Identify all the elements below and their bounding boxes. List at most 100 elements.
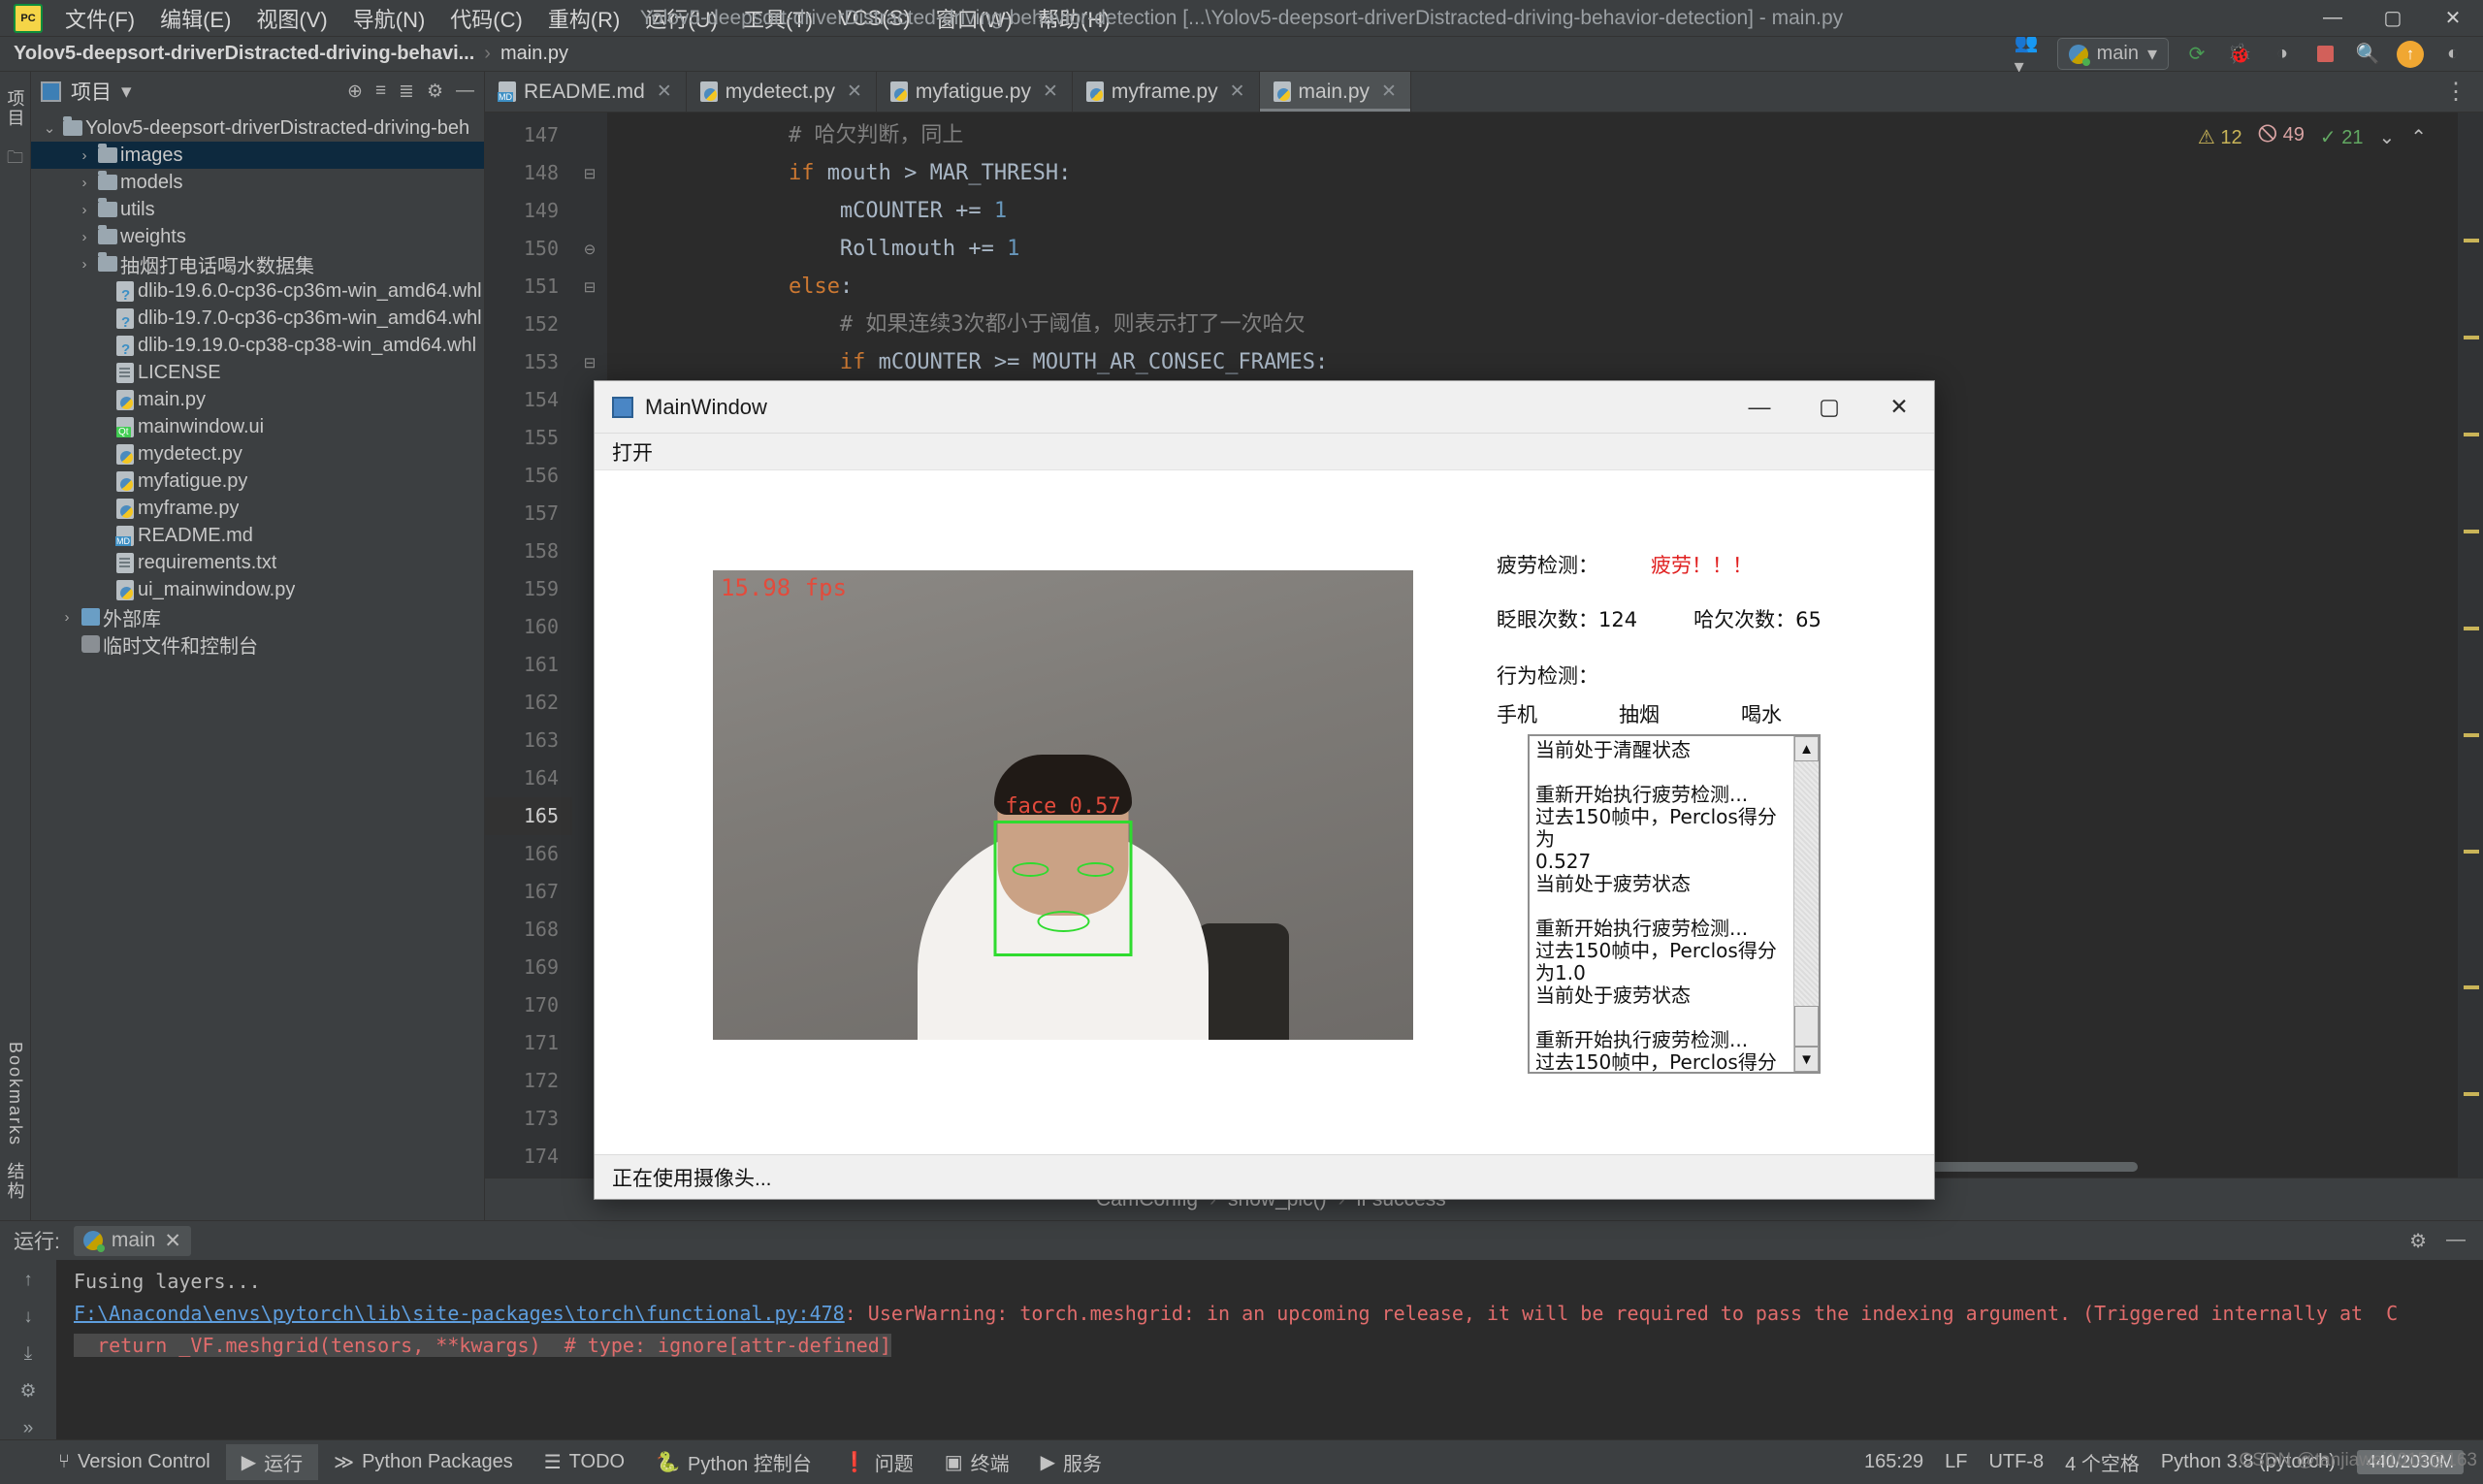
tab-mydetect-py[interactable]: mydetect.py✕ <box>687 72 877 112</box>
statusbar--[interactable]: ▶服务 <box>1025 1444 1117 1480</box>
hide-icon[interactable]: — <box>456 81 474 103</box>
project-tree[interactable]: ⌄ Yolov5-deepsort-driverDistracted-drivi… <box>31 111 484 658</box>
chevron-right-icon[interactable]: › <box>74 175 95 191</box>
line-separator[interactable]: LF <box>1945 1451 1967 1473</box>
inspection-widget[interactable]: ⚠ 12 🛇 49 ✓ 21 ⌄ ⌃ <box>2198 120 2427 153</box>
close-icon[interactable]: ✕ <box>1043 81 1058 103</box>
chevron-right-icon[interactable]: › <box>74 256 95 273</box>
tree-item-myframe-py[interactable]: myframe.py <box>31 495 484 522</box>
breadcrumb-project[interactable]: Yolov5-deepsort-driverDistracted-driving… <box>14 43 474 65</box>
tree-item-myfatigue-py[interactable]: myfatigue.py <box>31 468 484 495</box>
minimize-button[interactable]: — <box>2303 0 2363 37</box>
dialog-menu-open[interactable]: 打开 <box>612 437 653 467</box>
gear-icon[interactable]: ⚙ <box>2409 1229 2427 1253</box>
tree-item--[interactable]: 临时文件和控制台 <box>31 630 484 658</box>
tree-item-dlib-19-7-0-cp36-cp36m-win-amd64-whl[interactable]: dlib-19.7.0-cp36-cp36m-win_amd64.whl <box>31 305 484 332</box>
close-icon[interactable]: ✕ <box>164 1229 181 1253</box>
statusbar-python-packages[interactable]: ≫Python Packages <box>318 1446 529 1478</box>
statusbar--[interactable]: ▣终端 <box>929 1444 1025 1480</box>
menu-view[interactable]: 视图(V) <box>243 0 339 38</box>
dialog-close-button[interactable]: ✕ <box>1864 381 1934 434</box>
menu-edit[interactable]: 编辑(E) <box>147 0 243 38</box>
tab-myfatigue-py[interactable]: myfatigue.py✕ <box>877 72 1073 112</box>
ai-assistant-icon[interactable]: ◐ <box>2438 40 2467 69</box>
tree-item-main-py[interactable]: main.py <box>31 386 484 413</box>
menu-tools[interactable]: 工具(T) <box>730 0 825 38</box>
run-tab-main[interactable]: main ✕ <box>74 1226 191 1256</box>
expand-all-icon[interactable]: ≡ <box>375 81 386 103</box>
chevron-right-icon[interactable]: › <box>74 202 95 218</box>
menu-file[interactable]: 文件(F) <box>52 0 147 38</box>
tree-item-dlib-19-19-0-cp38-cp38-win-amd64-whl[interactable]: dlib-19.19.0-cp38-cp38-win_amd64.whl <box>31 332 484 359</box>
tree-item-images[interactable]: ›images <box>31 142 484 169</box>
fold-marker-icon[interactable]: ⊖ <box>572 230 607 268</box>
caret-position[interactable]: 165:29 <box>1864 1451 1923 1473</box>
log-scrollbar[interactable]: ▲ ▼ <box>1793 736 1819 1072</box>
run-configuration-selector[interactable]: main ▾ <box>2057 38 2169 70</box>
menu-navigate[interactable]: 导航(N) <box>340 0 438 38</box>
statusbar--[interactable]: ▶运行 <box>226 1444 318 1480</box>
statusbar-todo[interactable]: ☰TODO <box>529 1446 640 1478</box>
tree-item--[interactable]: ›外部库 <box>31 603 484 630</box>
breadcrumb-file[interactable]: main.py <box>500 43 568 65</box>
chevron-right-icon[interactable]: › <box>74 147 95 164</box>
rail-bookmarks-label[interactable]: Bookmarks <box>5 1034 25 1154</box>
chevron-down-icon[interactable]: ⌄ <box>2378 125 2395 149</box>
chevron-right-icon[interactable]: › <box>74 229 95 245</box>
statusbar--[interactable]: ❗问题 <box>827 1444 929 1480</box>
tree-item-requirements-txt[interactable]: requirements.txt <box>31 549 484 576</box>
hide-icon[interactable]: — <box>2446 1229 2466 1253</box>
tree-item-models[interactable]: ›models <box>31 169 484 196</box>
tree-item-license[interactable]: LICENSE <box>31 359 484 386</box>
chevron-right-icon[interactable]: › <box>56 609 78 626</box>
scrollbar-thumb[interactable] <box>1794 1006 1819 1047</box>
profile-icon[interactable]: ◑ <box>2268 40 2297 69</box>
menu-code[interactable]: 代码(C) <box>437 0 535 38</box>
tree-item--[interactable]: ›抽烟打电话喝水数据集 <box>31 250 484 277</box>
close-icon[interactable]: ✕ <box>1230 81 1245 103</box>
locate-icon[interactable]: ⊕ <box>347 81 363 103</box>
tree-item-mydetect-py[interactable]: mydetect.py <box>31 440 484 468</box>
fold-marker-icon[interactable]: ⊟ <box>572 343 607 381</box>
run-console-output[interactable]: Fusing layers... F:\Anaconda\envs\pytorc… <box>56 1260 2483 1439</box>
tab-myframe-py[interactable]: myframe.py✕ <box>1073 72 1260 112</box>
tab-overflow-icon[interactable]: ⋮ <box>2431 72 2483 112</box>
menu-refactor[interactable]: 重构(R) <box>535 0 633 38</box>
indent-setting[interactable]: 4 个空格 <box>2065 1448 2140 1476</box>
dialog-minimize-button[interactable]: — <box>1725 381 1794 434</box>
stop-icon[interactable] <box>2310 40 2339 69</box>
fold-marker-icon[interactable]: ⊟ <box>572 154 607 192</box>
chevron-down-icon[interactable]: ▾ <box>121 80 132 104</box>
tab-main-py[interactable]: main.py✕ <box>1260 72 1411 112</box>
scroll-down-icon[interactable]: ↓ <box>23 1307 33 1328</box>
search-icon[interactable]: 🔍 <box>2353 40 2382 69</box>
folder-icon[interactable]: 🗀 <box>7 145 23 174</box>
console-link[interactable]: F:\Anaconda\envs\pytorch\lib\site-packag… <box>74 1302 845 1325</box>
file-encoding[interactable]: UTF-8 <box>1988 1451 2044 1473</box>
log-textarea[interactable]: 当前处于清醒状态 重新开始执行疲劳检测... 过去150帧中，Perclos得分… <box>1528 734 1821 1074</box>
menu-help[interactable]: 帮助(H) <box>1025 0 1123 38</box>
collapse-all-icon[interactable]: ≣ <box>399 81 414 103</box>
menu-vcs[interactable]: VCS(S) <box>825 2 923 35</box>
settings-icon[interactable]: ⚙ <box>19 1380 36 1403</box>
close-button[interactable]: ✕ <box>2423 0 2483 37</box>
fold-marker-icon[interactable] <box>572 116 607 154</box>
debug-icon[interactable]: 🐞 <box>2225 40 2254 69</box>
scrollbar-track[interactable] <box>1794 761 1819 1006</box>
tree-item-mainwindow-ui[interactable]: mainwindow.ui <box>31 413 484 440</box>
update-icon[interactable]: ↑ <box>2396 40 2425 69</box>
dialog-maximize-button[interactable]: ▢ <box>1794 381 1864 434</box>
tree-item-dlib-19-6-0-cp36-cp36m-win-amd64-whl[interactable]: dlib-19.6.0-cp36-cp36m-win_amd64.whl <box>31 277 484 305</box>
gear-icon[interactable]: ⚙ <box>427 81 443 103</box>
rail-structure-label[interactable]: 结构 <box>3 1154 28 1209</box>
collaborate-icon[interactable]: 👥▾ <box>2015 40 2044 69</box>
soft-wrap-icon[interactable]: ⤓ <box>24 1343 32 1365</box>
menu-run[interactable]: 运行(U) <box>632 0 730 38</box>
tab-readme-md[interactable]: README.md✕ <box>485 72 687 112</box>
scroll-up-icon[interactable]: ↑ <box>23 1270 33 1291</box>
rail-project-label[interactable]: 项目 <box>3 81 28 136</box>
menu-window[interactable]: 窗口(W) <box>923 0 1025 38</box>
scroll-down-icon[interactable]: ▼ <box>1794 1047 1819 1072</box>
tree-item-ui-mainwindow-py[interactable]: ui_mainwindow.py <box>31 576 484 603</box>
tree-item-readme-md[interactable]: README.md <box>31 522 484 549</box>
